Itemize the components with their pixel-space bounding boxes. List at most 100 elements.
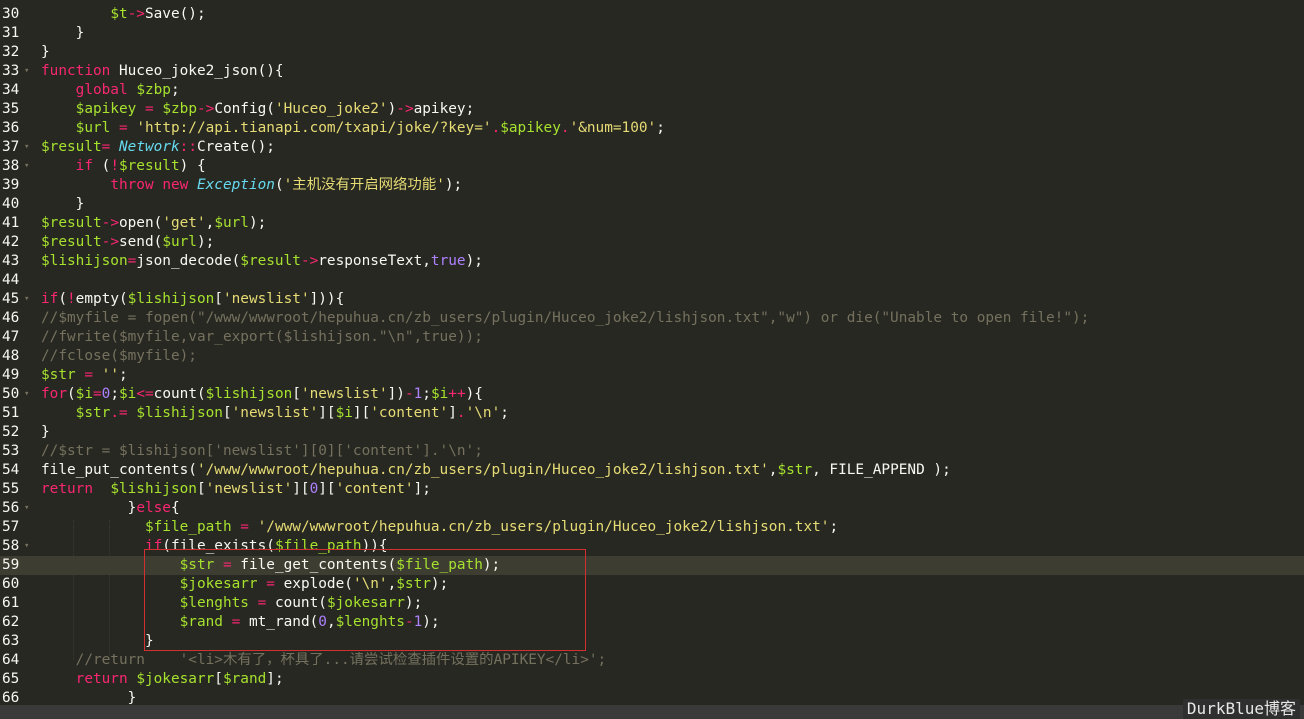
code-text: }else{ bbox=[41, 499, 180, 518]
code-text: //fclose($myfile); bbox=[41, 347, 197, 366]
code-text: global $zbp; bbox=[41, 81, 180, 100]
line-number: 47 bbox=[2, 329, 20, 345]
code-line[interactable]: 65 return $jokesarr[$rand]; bbox=[0, 670, 1304, 689]
line-number: 40 bbox=[2, 196, 20, 212]
line-number: 36 bbox=[2, 120, 20, 136]
code-token: 0 bbox=[309, 481, 319, 497]
code-line[interactable]: 43 $lishijson=json_decode($result->respon… bbox=[0, 252, 1304, 271]
code-line[interactable]: 30 $t->Save(); bbox=[0, 5, 1304, 24]
code-token: $url bbox=[162, 234, 197, 250]
line-number: 41 bbox=[2, 215, 20, 231]
fold-arrow-icon[interactable]: ▾ bbox=[24, 537, 29, 556]
code-line[interactable]: 33 ▾ function Huceo_joke2_json(){ bbox=[0, 62, 1304, 81]
code-token: new bbox=[162, 177, 189, 193]
code-line[interactable]: 48 //fclose($myfile); bbox=[0, 347, 1304, 366]
code-token: ( bbox=[274, 177, 284, 193]
line-number: 54 bbox=[2, 462, 20, 478]
code-token: json_decode( bbox=[136, 253, 241, 269]
code-token: '&num=100' bbox=[569, 120, 657, 136]
code-token: $result bbox=[41, 234, 102, 250]
code-token: $i bbox=[119, 386, 137, 402]
code-token: } bbox=[41, 690, 137, 706]
code-line[interactable]: 52} bbox=[0, 423, 1304, 442]
line-number: 44 bbox=[2, 272, 20, 288]
code-line[interactable]: 36 $url = 'http://api.tianapi.com/txapi/… bbox=[0, 119, 1304, 138]
code-line[interactable]: 47 //fwrite($myfile,var_export($lishijson… bbox=[0, 328, 1304, 347]
code-text: if (!$result) { bbox=[41, 157, 206, 176]
code-line[interactable]: 64 //return '<li>木有了，杯具了...请尝试检查插件设置的API… bbox=[0, 651, 1304, 670]
code-line[interactable]: 32} bbox=[0, 43, 1304, 62]
horizontal-scrollbar[interactable] bbox=[0, 705, 1304, 719]
code-token: ) bbox=[387, 101, 397, 117]
code-token: = bbox=[240, 519, 249, 535]
code-line[interactable]: 54 file_put_contents('/www/wwwroot/hepuhu… bbox=[0, 461, 1304, 480]
fold-arrow-icon[interactable]: ▾ bbox=[24, 385, 29, 404]
code-line[interactable]: 38 ▾ if (!$result) { bbox=[0, 157, 1304, 176]
code-token: $apikey bbox=[75, 101, 137, 117]
code-line[interactable]: 57 $file_path = '/www/wwwroot/hepuhua.cn… bbox=[0, 518, 1304, 537]
code-token: $zbp bbox=[136, 82, 171, 98]
code-line[interactable]: 44 bbox=[0, 271, 1304, 290]
code-token: 'newslist' bbox=[231, 405, 319, 421]
fold-arrow-icon[interactable]: ▾ bbox=[24, 290, 29, 309]
code-token: ( bbox=[92, 158, 111, 174]
code-line[interactable]: 34 global $zbp; bbox=[0, 81, 1304, 100]
code-line[interactable]: 56 ▾ }else{ bbox=[0, 499, 1304, 518]
line-number: 55 bbox=[2, 481, 20, 497]
code-line[interactable]: 40 } bbox=[0, 195, 1304, 214]
code-token: responseText, bbox=[318, 253, 431, 269]
line-number: 38 bbox=[2, 158, 20, 174]
code-token: $result bbox=[240, 253, 301, 269]
code-token: throw bbox=[110, 177, 154, 193]
code-line[interactable]: 42 $result->send($url); bbox=[0, 233, 1304, 252]
code-line[interactable]: 50 ▾ for($i=0;$i<=count($lishijson['newsli… bbox=[0, 385, 1304, 404]
code-token: true bbox=[430, 253, 466, 269]
line-number: 43 bbox=[2, 253, 20, 269]
code-text: } bbox=[41, 423, 50, 442]
code-token: ; bbox=[170, 82, 180, 98]
code-token: $result bbox=[118, 158, 180, 174]
code-token: [ bbox=[222, 405, 232, 421]
fold-arrow-icon[interactable]: ▾ bbox=[24, 138, 29, 157]
code-token: <= bbox=[136, 386, 154, 402]
code-line[interactable]: 41 $result->open('get',$url); bbox=[0, 214, 1304, 233]
code-token: ] bbox=[448, 405, 457, 421]
code-line[interactable]: 39 throw new Exception('主机没有开启网络功能'); bbox=[0, 176, 1304, 195]
code-line[interactable]: 51 $str.= $lishijson['newslist'][$i]['co… bbox=[0, 404, 1304, 423]
line-number: 59 bbox=[2, 557, 20, 573]
code-token: . bbox=[560, 120, 570, 136]
code-text: } bbox=[41, 24, 85, 43]
code-line[interactable]: 35 $apikey = $zbp->Config('Huceo_joke2')… bbox=[0, 100, 1304, 119]
code-token: '/www/wwwroot/hepuhua.cn/zb_users/plugin… bbox=[196, 462, 769, 478]
code-line[interactable]: 46 //$myfile = fopen("/www/wwwroot/hepuhu… bbox=[0, 309, 1304, 328]
code-token: '/www/wwwroot/hepuhua.cn/zb_users/plugin… bbox=[257, 519, 830, 535]
line-number: 32 bbox=[2, 44, 20, 60]
code-line[interactable]: 45 ▾ if(!empty($lishijson['newslist'])){ bbox=[0, 290, 1304, 309]
code-token: ); bbox=[465, 253, 483, 269]
code-token: $lishijson bbox=[41, 253, 128, 269]
line-number: 62 bbox=[2, 614, 20, 630]
code-token: , FILE_APPEND ); bbox=[812, 462, 951, 478]
code-text: file_put_contents('/www/wwwroot/hepuhua.… bbox=[41, 461, 951, 480]
code-token: $i bbox=[75, 386, 93, 402]
code-line[interactable]: 49 $str = ''; bbox=[0, 366, 1304, 385]
fold-arrow-icon[interactable]: ▾ bbox=[24, 62, 29, 81]
fold-arrow-icon[interactable]: ▾ bbox=[24, 157, 29, 176]
code-token: = bbox=[127, 253, 137, 269]
code-line[interactable]: 53 //$str = $lishijson['newslist'][0]['co… bbox=[0, 442, 1304, 461]
code-editor[interactable]: 30 $t->Save(); 31 } 32} 33 ▾ function Huceo_j… bbox=[0, 0, 1304, 719]
code-text: $apikey = $zbp->Config('Huceo_joke2')->a… bbox=[41, 100, 475, 119]
code-text: $file_path = '/www/wwwroot/hepuhua.cn/zb… bbox=[41, 518, 838, 537]
code-token: } bbox=[41, 25, 85, 41]
fold-arrow-icon[interactable]: ▾ bbox=[24, 499, 29, 518]
code-token: //return '<li>木有了，杯具了...请尝试检查插件设置的APIKEY… bbox=[75, 652, 607, 668]
code-line[interactable]: 31 } bbox=[0, 24, 1304, 43]
code-line[interactable]: 55 return $lishijson['newslist'][0]['cont… bbox=[0, 480, 1304, 499]
code-line[interactable]: 37 ▾ $result= Network::Create(); bbox=[0, 138, 1304, 157]
